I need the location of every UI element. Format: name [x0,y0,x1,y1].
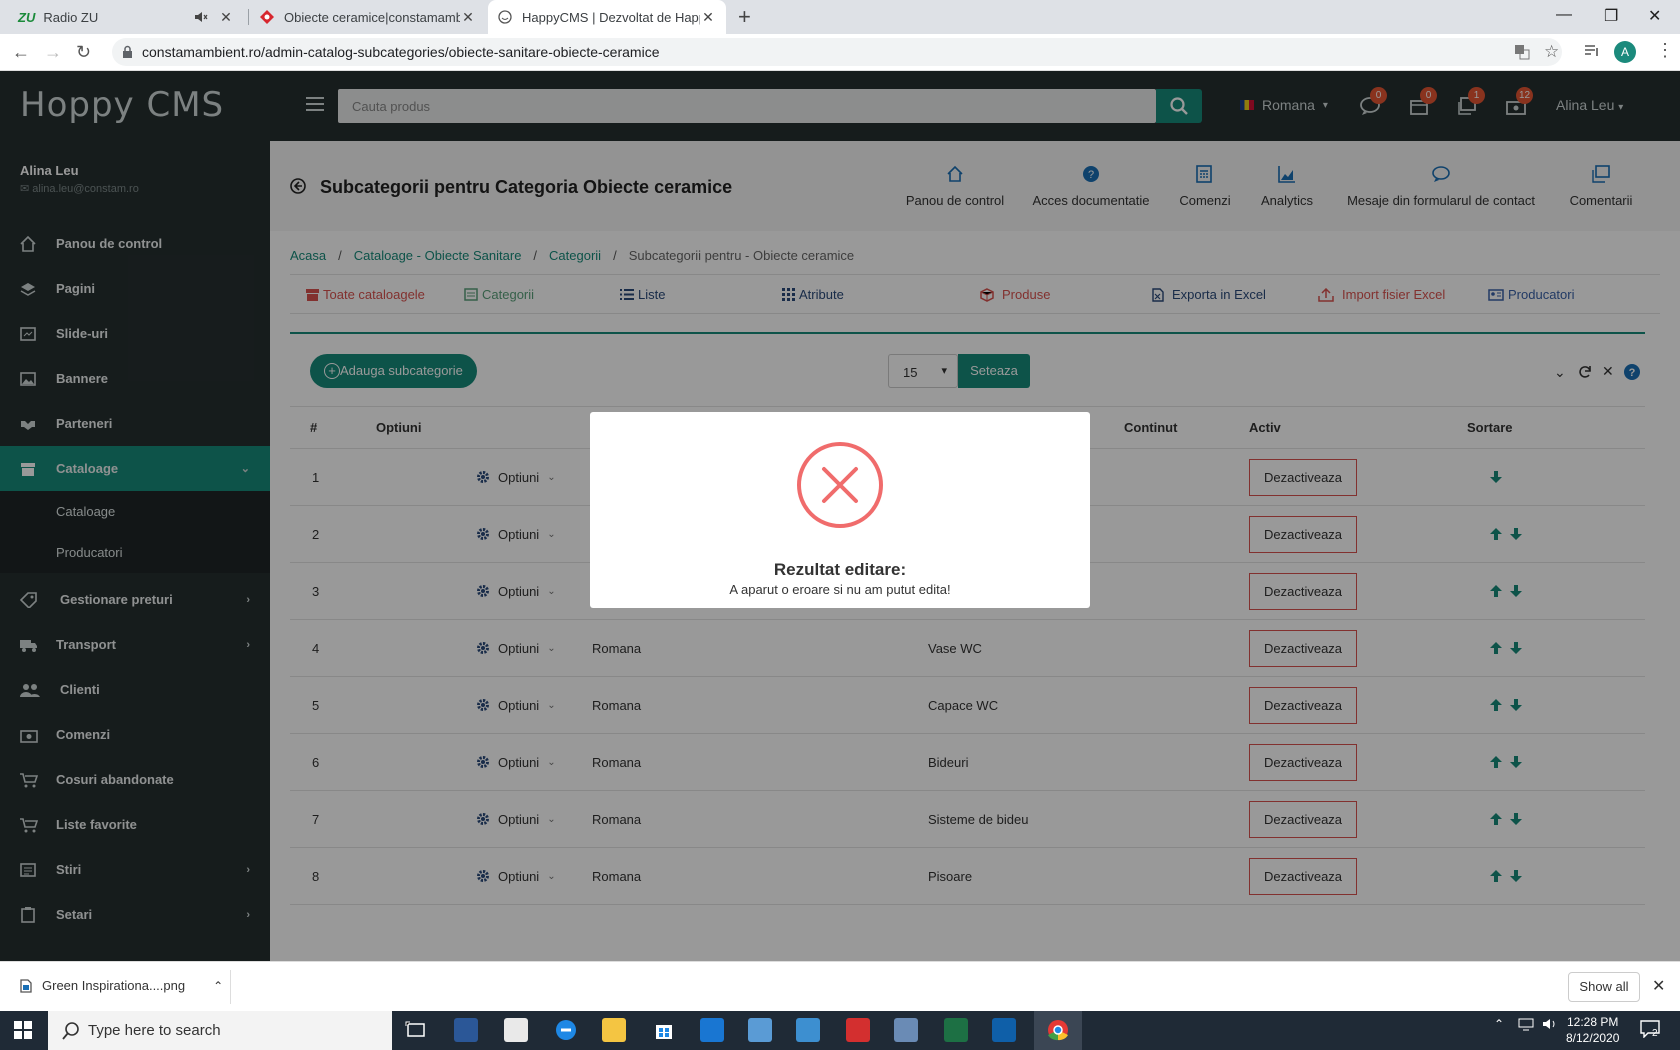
show-all-button[interactable]: Show all [1568,972,1640,1002]
search-icon [62,1022,80,1040]
task-view-icon[interactable] [404,1018,428,1042]
lock-icon [122,45,133,58]
word-icon[interactable] [454,1018,478,1042]
downloads-bar: Green Inspirationa....png ⌃ Show all ✕ [0,961,1680,1011]
error-modal: Rezultat editare: A aparut o eroare si n… [590,412,1090,608]
happycms-favicon [498,10,512,24]
close-tab-icon[interactable]: ✕ [460,9,476,26]
snip-app-icon[interactable] [796,1018,820,1042]
radio-zu-favicon: ZU [18,9,36,25]
forward-arrow-icon[interactable]: → [44,42,62,63]
modal-message: A aparut o eroare si nu am putut edita! [729,582,951,597]
excel-icon[interactable] [944,1018,968,1042]
browser-tab-bar: ZU Radio ZU ✕ Obiecte ceramice|constamam… [0,0,1680,34]
media-control-icon[interactable] [1584,44,1600,58]
notification-count: 2 [1652,1028,1658,1039]
profile-avatar[interactable]: A [1614,41,1636,63]
file-icon [20,978,32,993]
store-icon[interactable] [652,1018,676,1042]
windows-start-icon[interactable] [14,1021,32,1039]
tab-title: Obiecte ceramice|constamambient [284,9,460,25]
error-x-icon [796,441,884,529]
url-field[interactable]: constamambient.ro/admin-catalog-subcateg… [112,38,1562,66]
restore-button[interactable]: ❐ [1604,6,1618,26]
paint-app-icon[interactable] [748,1018,772,1042]
tab-radio-zu[interactable]: ZU Radio ZU ✕ [8,0,244,34]
download-item[interactable]: Green Inspirationa....png ⌃ [20,978,223,993]
translate-icon[interactable] [1514,44,1530,60]
clock-date: 8/12/2020 [1566,1031,1620,1045]
close-downloads-icon[interactable]: ✕ [1652,976,1665,996]
chrome-menu-icon[interactable]: ⋮ [1656,40,1674,61]
tray-chevron-up-icon[interactable]: ⌃ [1494,1017,1504,1031]
mail-icon[interactable] [700,1018,724,1042]
reload-icon[interactable]: ↻ [76,42,91,63]
muted-speaker-icon[interactable] [194,11,208,23]
network-icon[interactable] [1518,1017,1534,1031]
url-text: constamambient.ro/admin-catalog-subcateg… [142,44,660,60]
modal-title: Rezultat editare: [773,560,907,579]
chevron-up-icon[interactable]: ⌃ [213,979,223,993]
network-app-icon[interactable] [894,1018,918,1042]
outlook-icon[interactable] [992,1018,1016,1042]
tab-obiecte-ceramice[interactable]: Obiecte ceramice|constamambient ✕ [250,0,486,34]
minimize-button[interactable]: — [1556,6,1572,24]
happycms-app: Hoppy CMS Cauta produs Romana ▾ 0 0 1 12 [0,71,1680,961]
close-window-button[interactable]: ✕ [1648,6,1661,26]
edge-icon[interactable] [554,1018,578,1042]
close-tab-icon[interactable]: ✕ [700,9,716,26]
new-tab-button[interactable]: + [738,6,751,28]
chrome-taskbar-button[interactable] [1034,1011,1082,1050]
download-filename: Green Inspirationa....png [42,978,186,993]
address-toolbar: ← → ↻ constamambient.ro/admin-catalog-su… [0,34,1680,71]
taskbar-search-input[interactable]: Type here to search [48,1011,392,1050]
visio-app-icon[interactable] [504,1018,528,1042]
acrobat-icon[interactable] [846,1018,870,1042]
notification-center-icon[interactable]: 2 [1640,1020,1660,1039]
clock-time: 12:28 PM [1567,1015,1619,1029]
file-explorer-icon[interactable] [602,1018,626,1042]
back-arrow-icon[interactable]: ← [12,42,30,63]
tab-title: Radio ZU [43,9,99,25]
volume-icon[interactable] [1542,1017,1558,1031]
site-favicon [260,10,274,24]
tab-title: HappyCMS | Dezvoltat de Happy [522,9,700,25]
system-clock[interactable]: 12:28 PM 8/12/2020 [1566,1014,1619,1046]
bookmark-star-icon[interactable]: ☆ [1544,42,1559,62]
windows-taskbar: Type here to search ⌃ 12:28 PM 8/12/2020… [0,1011,1680,1050]
close-tab-icon[interactable]: ✕ [218,9,234,26]
search-placeholder: Type here to search [88,1022,221,1039]
tab-happycms[interactable]: HappyCMS | Dezvoltat de Happy ✕ [488,0,726,34]
